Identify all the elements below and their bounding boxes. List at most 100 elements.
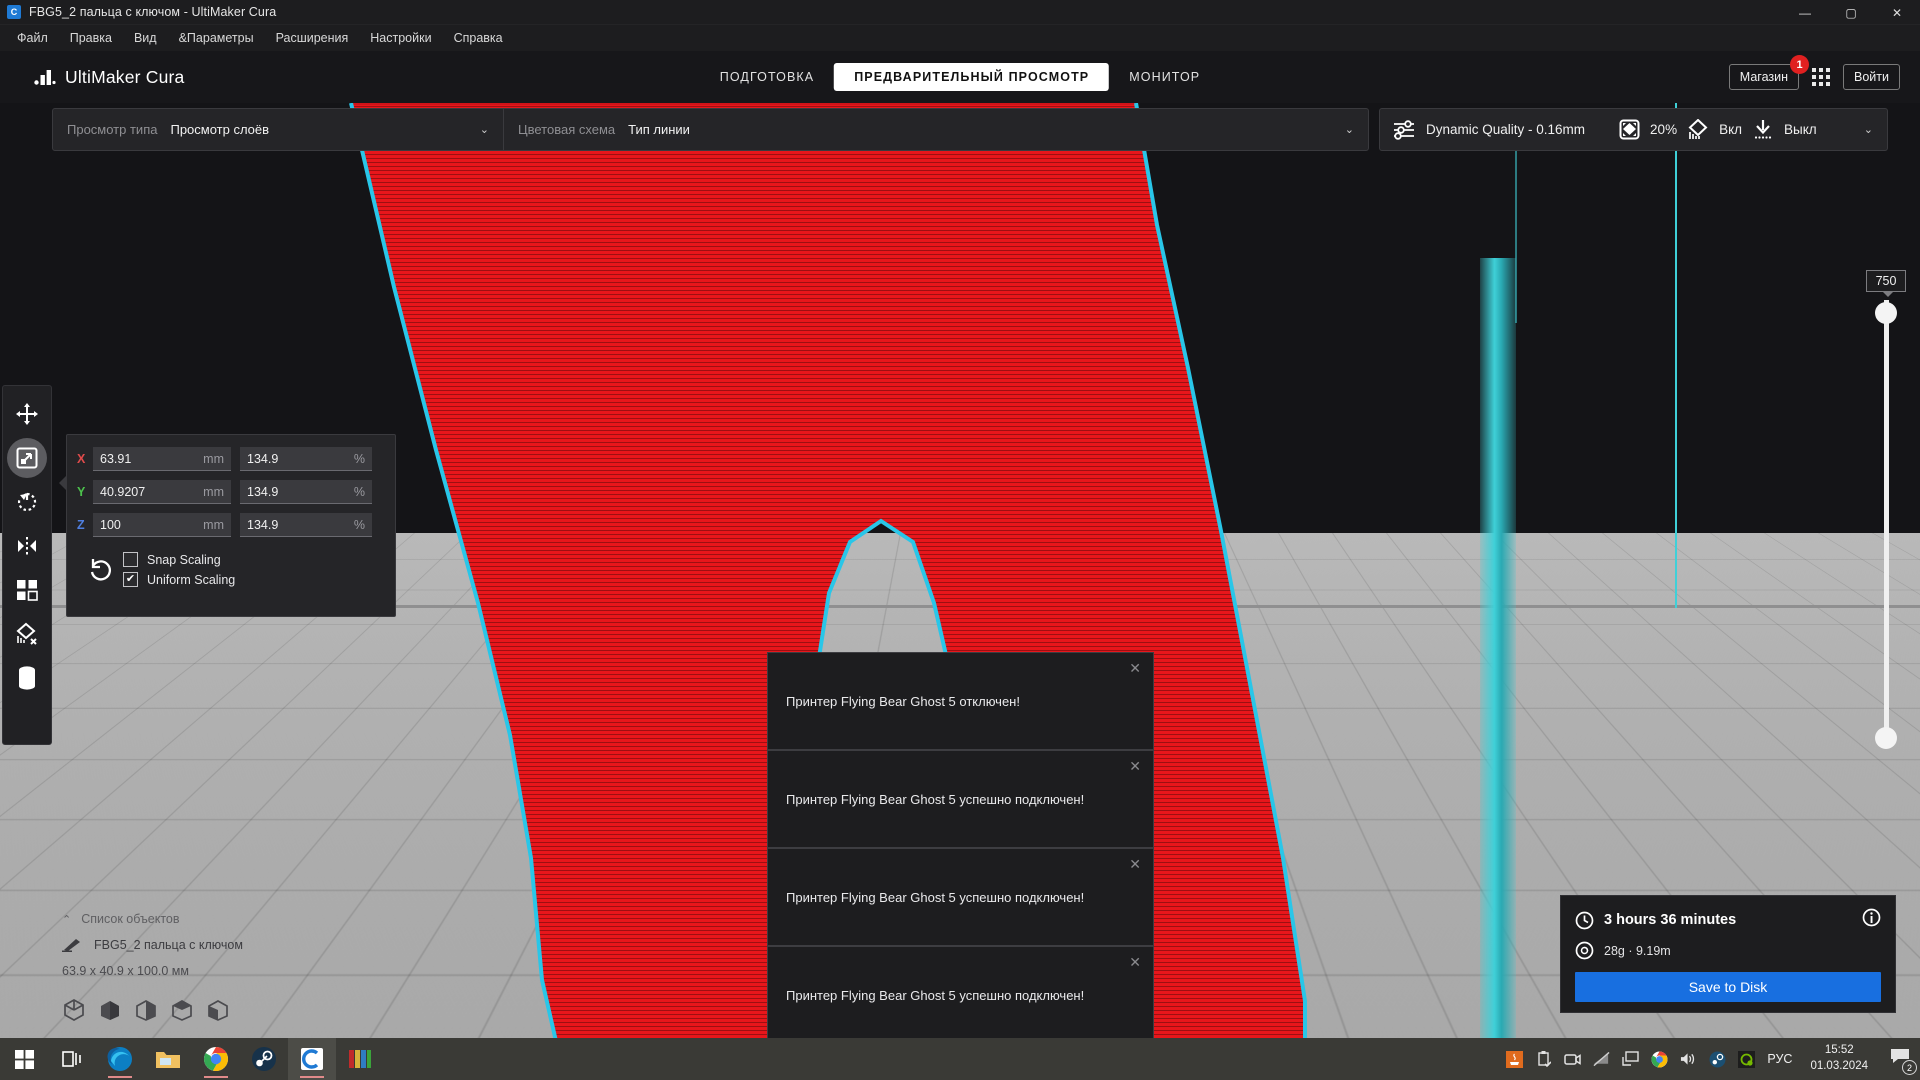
print-info-card: 3 hours 36 minutes 28g · 9.19m Save to D… <box>1560 895 1896 1013</box>
screen-recorder-icon[interactable] <box>1564 1051 1581 1068</box>
layer-slider-lower-handle[interactable] <box>1875 727 1897 749</box>
network-disconnected-icon[interactable] <box>1593 1051 1610 1068</box>
scale-z-mm-value: 100 <box>100 518 121 532</box>
scale-tool[interactable] <box>7 438 47 478</box>
rotate-icon <box>15 490 39 514</box>
title-bar: C FBG5_2 пальца с ключом - UltiMaker Cur… <box>0 0 1920 25</box>
tab-preview[interactable]: ПРЕДВАРИТЕЛЬНЫЙ ПРОСМОТР <box>834 63 1109 91</box>
scale-z-mm-input[interactable]: 100 mm <box>93 513 231 537</box>
view-type-selector[interactable]: Просмотр типа Просмотр слоёв ⌄ <box>53 109 503 150</box>
snap-scaling-checkbox[interactable] <box>123 552 138 567</box>
volume-icon[interactable] <box>1680 1051 1697 1068</box>
marketplace-button[interactable]: Магазин <box>1729 64 1799 90</box>
winrar-books-icon <box>348 1047 372 1071</box>
cura-app-icon: C <box>7 5 21 19</box>
view-right-icon[interactable] <box>134 998 158 1022</box>
save-to-disk-button[interactable]: Save to Disk <box>1575 972 1881 1002</box>
steam-icon[interactable] <box>240 1038 288 1080</box>
layer-slider-upper-handle[interactable] <box>1875 302 1897 324</box>
close-button[interactable]: ✕ <box>1874 0 1920 25</box>
layer-slider-track[interactable] <box>1884 300 1889 740</box>
start-button[interactable] <box>0 1038 48 1080</box>
file-explorer-icon[interactable] <box>144 1038 192 1080</box>
usb-safely-remove-icon[interactable] <box>1535 1051 1552 1068</box>
header-right-actions: Магазин 1 Войти <box>1729 64 1900 90</box>
menu-edit[interactable]: Правка <box>59 27 123 49</box>
list-item[interactable]: FBG5_2 пальца с ключом <box>62 938 342 952</box>
tab-monitor[interactable]: МОНИТОР <box>1109 63 1220 91</box>
language-indicator[interactable]: РУС <box>1767 1052 1792 1066</box>
view-front-icon[interactable] <box>98 998 122 1022</box>
ethernet-icon[interactable] <box>1622 1051 1639 1068</box>
toast-message: Принтер Flying Bear Ghost 5 отключен! <box>786 694 1020 709</box>
view-type-value: Просмотр слоёв <box>170 122 269 137</box>
chevron-down-icon[interactable]: ⌄ <box>480 123 489 136</box>
maximize-button[interactable]: ▢ <box>1828 0 1874 25</box>
object-list-title: Список объектов <box>81 912 179 926</box>
tab-prepare[interactable]: ПОДГОТОВКА <box>700 63 834 91</box>
rotate-tool[interactable] <box>7 482 47 522</box>
view-settings-bar: Просмотр типа Просмотр слоёв ⌄ Цветовая … <box>52 108 1369 151</box>
print-settings-bar[interactable]: Dynamic Quality - 0.16mm 20% Вкл Выкл ⌄ <box>1379 108 1888 151</box>
sign-in-button[interactable]: Войти <box>1843 64 1900 90</box>
cura-active-underline <box>300 1076 324 1078</box>
cylinder-tool[interactable] <box>7 658 47 698</box>
print-profile-value: Dynamic Quality - 0.16mm <box>1426 122 1585 137</box>
chrome-tray-icon[interactable] <box>1651 1051 1668 1068</box>
toast-message: Принтер Flying Bear Ghost 5 успешно подк… <box>786 988 1084 1003</box>
close-icon[interactable]: ✕ <box>1129 661 1141 675</box>
clock-time: 15:52 <box>1810 1043 1868 1059</box>
per-model-settings-tool[interactable] <box>7 570 47 610</box>
chevron-up-icon[interactable]: ⌃ <box>62 913 71 926</box>
apps-grid-icon[interactable] <box>1812 68 1830 86</box>
minimize-button[interactable]: — <box>1782 0 1828 25</box>
print-info-button[interactable] <box>1862 908 1881 932</box>
scale-y-percent-input[interactable]: 134.9 % <box>240 480 372 504</box>
scale-z-percent-input[interactable]: 134.9 % <box>240 513 372 537</box>
scale-x-percent-unit: % <box>354 452 365 466</box>
view-isometric-icon[interactable] <box>62 998 86 1022</box>
winrar-icon[interactable] <box>336 1038 384 1080</box>
taskbar-clock[interactable]: 15:52 01.03.2024 <box>1810 1043 1868 1074</box>
uniform-scaling-checkbox[interactable]: ✔ <box>123 572 138 587</box>
chevron-down-icon-2[interactable]: ⌄ <box>1345 123 1354 136</box>
move-tool[interactable] <box>7 394 47 434</box>
menu-settings[interactable]: &Параметры <box>168 27 265 49</box>
steam-tray-icon[interactable] <box>1709 1051 1726 1068</box>
axis-label-x: X <box>77 452 93 466</box>
infill-value: 20% <box>1650 122 1677 137</box>
layer-slider[interactable]: 750 <box>1866 270 1906 750</box>
view-top-icon[interactable] <box>170 998 194 1022</box>
nvidia-icon[interactable] <box>1738 1051 1755 1068</box>
object-list-header[interactable]: ⌃ Список объектов <box>62 912 342 926</box>
edge-icon[interactable] <box>96 1038 144 1080</box>
menu-extensions[interactable]: Расширения <box>265 27 360 49</box>
support-blocker-tool[interactable] <box>7 614 47 654</box>
scale-x-mm-input[interactable]: 63.91 mm <box>93 447 231 471</box>
close-icon[interactable]: ✕ <box>1129 857 1141 871</box>
color-scheme-selector[interactable]: Цветовая схема Тип линии ⌄ <box>504 109 1368 150</box>
menu-preferences[interactable]: Настройки <box>359 27 442 49</box>
close-icon[interactable]: ✕ <box>1129 759 1141 773</box>
view-left-icon[interactable] <box>206 998 230 1022</box>
mirror-tool[interactable] <box>7 526 47 566</box>
menu-help[interactable]: Справка <box>443 27 514 49</box>
menu-view[interactable]: Вид <box>123 27 168 49</box>
scale-y-mm-value: 40.9207 <box>100 485 145 499</box>
java-tray-icon[interactable] <box>1506 1051 1523 1068</box>
snap-scaling-row[interactable]: Snap Scaling <box>123 552 235 567</box>
print-settings-chevron-icon[interactable]: ⌄ <box>1864 123 1873 136</box>
menu-file[interactable]: Файл <box>6 27 59 49</box>
chrome-icon[interactable] <box>192 1038 240 1080</box>
scale-y-mm-input[interactable]: 40.9207 mm <box>93 480 231 504</box>
brand: UltiMaker Cura <box>34 67 185 88</box>
task-view-button[interactable] <box>48 1038 96 1080</box>
stage-tabs: ПОДГОТОВКА ПРЕДВАРИТЕЛЬНЫЙ ПРОСМОТР МОНИ… <box>700 51 1220 103</box>
scale-x-percent-input[interactable]: 134.9 % <box>240 447 372 471</box>
close-icon[interactable]: ✕ <box>1129 955 1141 969</box>
toast-notification: Принтер Flying Bear Ghost 5 успешно подк… <box>767 848 1154 946</box>
notification-center-button[interactable]: 2 <box>1890 1047 1912 1071</box>
reset-scale-button[interactable] <box>77 557 123 583</box>
uniform-scaling-row[interactable]: ✔ Uniform Scaling <box>123 572 235 587</box>
cura-icon[interactable] <box>288 1038 336 1080</box>
